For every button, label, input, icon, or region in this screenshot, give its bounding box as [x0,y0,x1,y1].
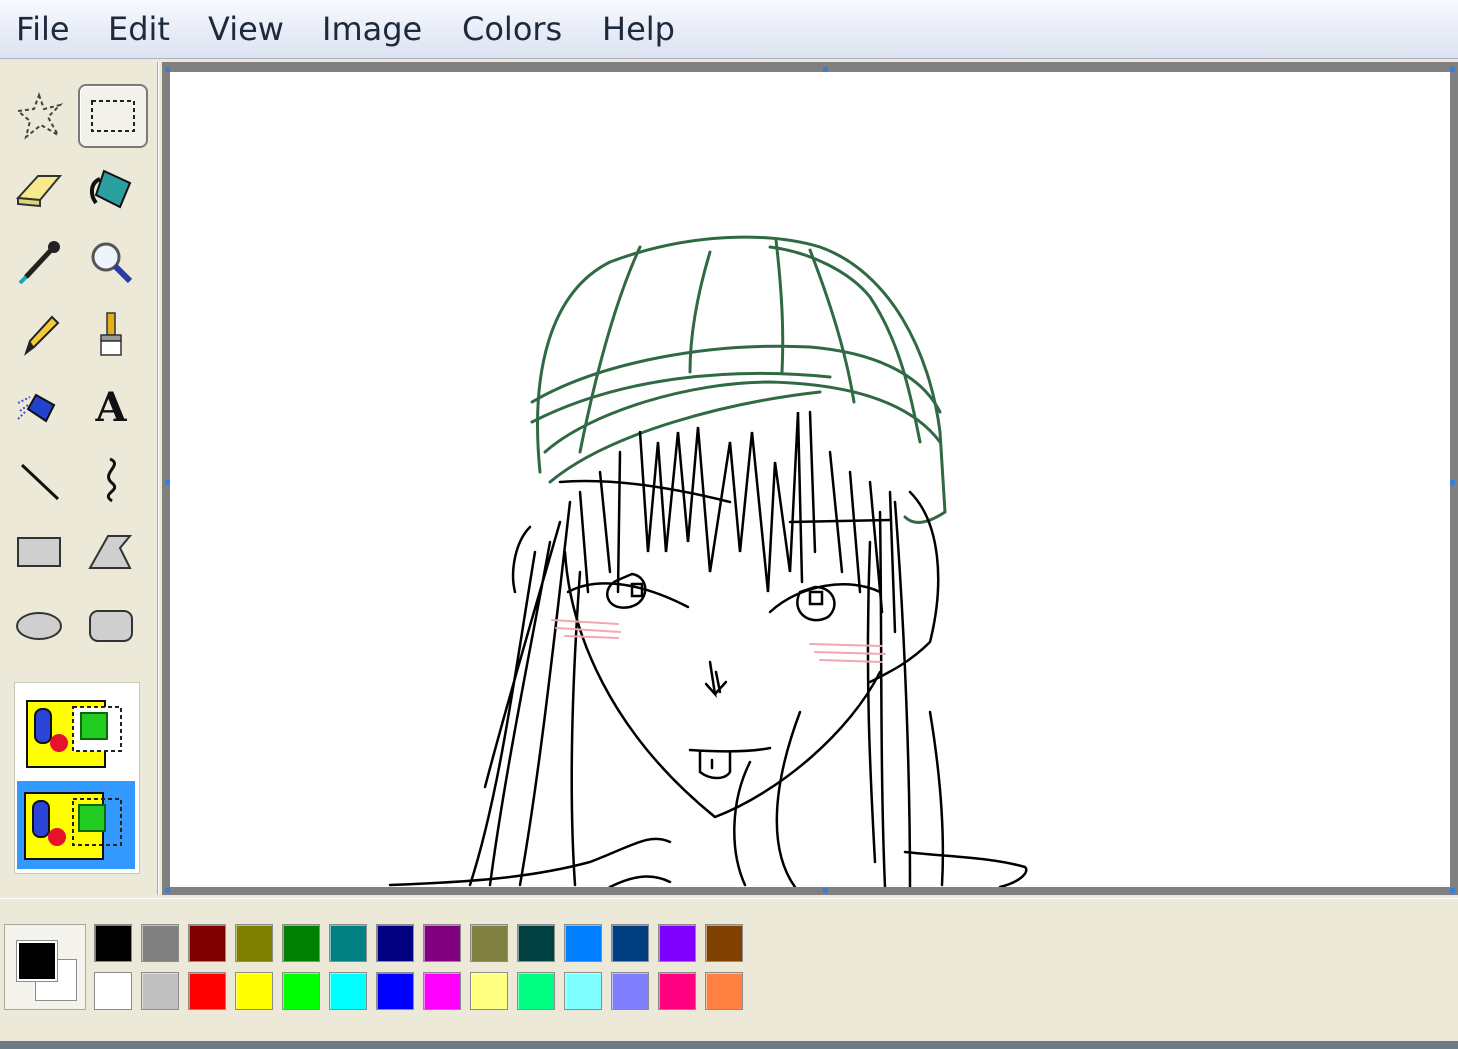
drawing-canvas[interactable] [170,72,1450,889]
rectangle-tool[interactable] [6,522,72,582]
palette-color-swatch[interactable] [658,972,696,1010]
resize-handle[interactable] [165,67,170,72]
black-ink-drawing [388,410,1028,889]
line-icon [20,463,60,501]
brush-tool[interactable] [78,304,144,364]
palette-color-swatch[interactable] [564,972,602,1010]
palette-color-swatch[interactable] [470,972,508,1010]
fill-bucket-tool[interactable] [78,158,144,218]
menu-image[interactable]: Image [322,8,422,50]
palette-color-swatch[interactable] [329,924,367,962]
palette-color-swatch[interactable] [94,924,132,962]
palette-color-swatch[interactable] [188,924,226,962]
palette-color-swatch[interactable] [705,972,743,1010]
resize-handle[interactable] [165,480,170,485]
palette-color-swatch[interactable] [94,972,132,1010]
palette-color-swatch[interactable] [423,924,461,962]
palette-color-swatch[interactable] [282,972,320,1010]
rectangle-select-icon [91,100,135,132]
palette-color-swatch[interactable] [658,924,696,962]
foreground-color-swatch[interactable] [16,940,58,982]
palette-color-swatch[interactable] [141,924,179,962]
palette-color-swatch[interactable] [517,924,555,962]
opaque-selection-option[interactable] [21,691,131,775]
palette-color-swatch[interactable] [376,972,414,1010]
menu-file[interactable]: File [16,8,70,50]
palette-color-swatch[interactable] [611,972,649,1010]
free-form-select-icon [15,92,64,140]
color-palette-bar [0,898,1458,1042]
text-icon: A [94,384,127,431]
transparent-selection-icon [24,792,122,860]
palette-color-swatch[interactable] [705,924,743,962]
rectangle-icon [17,537,61,567]
ellipse-icon [16,612,62,640]
resize-handle[interactable] [1450,67,1455,72]
palette-color-swatch[interactable] [329,972,367,1010]
resize-handle[interactable] [1450,480,1455,485]
palette-color-swatch[interactable] [470,924,508,962]
polygon-tool[interactable] [78,522,144,582]
resize-handle[interactable] [1450,888,1455,893]
menu-colors[interactable]: Colors [462,8,562,50]
palette-color-swatch[interactable] [282,924,320,962]
free-form-select-tool[interactable] [6,86,72,146]
current-colors-box [4,924,86,1010]
line-tool[interactable] [6,450,72,510]
toolbox: A [0,62,159,895]
magnifier-tool[interactable] [78,232,144,292]
green-hat-drawing [530,235,947,524]
airbrush-tool[interactable] [6,376,72,436]
svg-text:A: A [94,384,127,431]
resize-handle[interactable] [823,888,828,893]
menu-edit[interactable]: Edit [108,8,170,50]
rounded-rectangle-icon [89,610,133,642]
eraser-tool[interactable] [6,158,72,218]
pencil-icon [24,315,60,356]
menu-help[interactable]: Help [602,8,675,50]
opaque-selection-icon [26,700,122,768]
palette-color-swatch[interactable] [141,972,179,1010]
curve-tool[interactable] [78,450,144,510]
menu-bar: File Edit View Image Colors Help [0,0,1458,59]
selection-options-panel [14,682,140,874]
brush-icon [100,312,122,356]
status-bar-edge [0,1041,1458,1049]
anime-girl-sketch [388,235,1028,889]
palette-color-swatch[interactable] [188,972,226,1010]
color-picker-icon [18,241,60,285]
palette-color-swatch[interactable] [376,924,414,962]
rounded-rectangle-tool[interactable] [78,596,144,656]
fill-bucket-icon [89,169,132,209]
menu-view[interactable]: View [208,8,284,50]
palette-color-swatch[interactable] [423,972,461,1010]
color-picker-tool[interactable] [6,232,72,292]
ellipse-tool[interactable] [6,596,72,656]
polygon-icon [88,535,133,569]
airbrush-icon [17,393,56,423]
transparent-selection-option[interactable] [17,781,135,869]
pencil-tool[interactable] [6,304,72,364]
magnifier-icon [91,242,133,284]
resize-handle[interactable] [165,888,170,893]
rectangle-select-tool[interactable] [78,84,148,148]
eraser-icon [15,175,63,208]
palette-color-swatch[interactable] [517,972,555,1010]
palette-color-swatch[interactable] [611,924,649,962]
blush-marks [551,619,886,663]
text-tool[interactable]: A [78,376,144,436]
curve-icon [106,457,117,503]
palette-color-swatch[interactable] [235,924,273,962]
resize-handle[interactable] [823,67,828,72]
palette-color-swatch[interactable] [564,924,602,962]
palette-color-swatch[interactable] [235,972,273,1010]
